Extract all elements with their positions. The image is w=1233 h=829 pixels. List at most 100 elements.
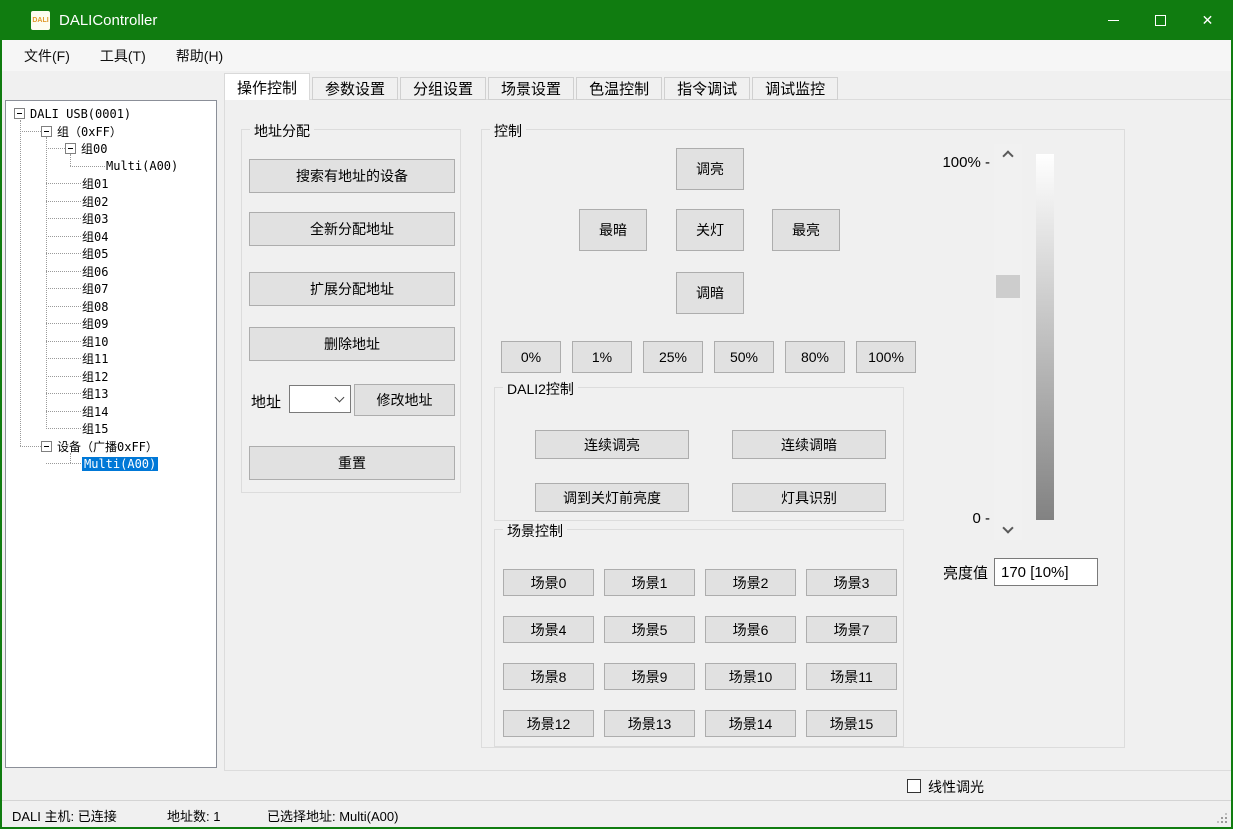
- address-label: 地址: [251, 391, 281, 412]
- collapse-icon[interactable]: [65, 143, 76, 154]
- scene-7-button[interactable]: 场景7: [806, 616, 897, 643]
- address-combobox[interactable]: [289, 385, 351, 413]
- tree-item-group08[interactable]: 组08: [6, 298, 216, 316]
- tab-command-debug[interactable]: 指令调试: [664, 77, 750, 100]
- search-addressed-devices-button[interactable]: 搜索有地址的设备: [249, 159, 455, 193]
- brightness-value-label: 亮度值: [910, 562, 988, 583]
- tab-scene-settings[interactable]: 场景设置: [488, 77, 574, 100]
- reset-button[interactable]: 重置: [249, 446, 455, 480]
- tree-item-group-root[interactable]: 组（0xFF）: [6, 123, 216, 141]
- scene-10-button[interactable]: 场景10: [705, 663, 796, 690]
- brightness-scrollbar[interactable]: [994, 144, 1022, 540]
- scene-control-group: 场景控制 场景0 场景1 场景2 场景3 场景4 场景5 场景6 场景7 场景8…: [494, 529, 904, 747]
- minimize-button[interactable]: [1090, 0, 1137, 40]
- address-allocation-group: 地址分配 搜索有地址的设备 全新分配地址 扩展分配地址 删除地址 地址 修改地址…: [241, 129, 461, 493]
- tree-item-dali-usb[interactable]: DALI USB(0001): [6, 105, 216, 123]
- tree-item-group10[interactable]: 组10: [6, 333, 216, 351]
- tree-item-group13[interactable]: 组13: [6, 385, 216, 403]
- scene-4-button[interactable]: 场景4: [503, 616, 594, 643]
- status-host-connection: DALI 主机: 已连接: [12, 806, 117, 825]
- group-title: 控制: [490, 121, 526, 141]
- titlebar: DALI DALIController ✕: [2, 0, 1231, 40]
- percent-0-button[interactable]: 0%: [501, 341, 561, 373]
- tree-item-group04[interactable]: 组04: [6, 228, 216, 246]
- percent-1-button[interactable]: 1%: [572, 341, 632, 373]
- scene-8-button[interactable]: 场景8: [503, 663, 594, 690]
- maximize-button[interactable]: [1137, 0, 1184, 40]
- tree-item-device-broadcast[interactable]: 设备（广播0xFF）: [6, 438, 216, 456]
- tab-color-temp-control[interactable]: 色温控制: [576, 77, 662, 100]
- scene-2-button[interactable]: 场景2: [705, 569, 796, 596]
- scene-13-button[interactable]: 场景13: [604, 710, 695, 737]
- scrollbar-thumb[interactable]: [996, 275, 1020, 298]
- collapse-icon[interactable]: [14, 108, 25, 119]
- close-button[interactable]: ✕: [1184, 0, 1231, 40]
- continuous-darken-button[interactable]: 连续调暗: [732, 430, 886, 459]
- dali2-control-group: DALI2控制 连续调亮 连续调暗 调到关灯前亮度 灯具识别: [494, 387, 904, 521]
- percent-80-button[interactable]: 80%: [785, 341, 845, 373]
- menu-help[interactable]: 帮助(H): [161, 40, 238, 71]
- group-title: DALI2控制: [503, 379, 578, 399]
- recall-pre-off-level-button[interactable]: 调到关灯前亮度: [535, 483, 689, 512]
- tree-item-group05[interactable]: 组05: [6, 245, 216, 263]
- scene-1-button[interactable]: 场景1: [604, 569, 695, 596]
- tree-item-group06[interactable]: 组06: [6, 263, 216, 281]
- brightness-value-field[interactable]: 170 [10%]: [994, 558, 1098, 586]
- tree-item-multi-a00-selected[interactable]: Multi(A00): [6, 455, 216, 473]
- dimmest-button[interactable]: 最暗: [579, 209, 647, 251]
- scene-14-button[interactable]: 场景14: [705, 710, 796, 737]
- menu-file[interactable]: 文件(F): [9, 40, 85, 71]
- tree-item-group12[interactable]: 组12: [6, 368, 216, 386]
- darken-button[interactable]: 调暗: [676, 272, 744, 314]
- tab-grouping-settings[interactable]: 分组设置: [400, 77, 486, 100]
- tree-item-group07[interactable]: 组07: [6, 280, 216, 298]
- tree-item-group03[interactable]: 组03: [6, 210, 216, 228]
- menu-tools[interactable]: 工具(T): [85, 40, 161, 71]
- tree-item-group02[interactable]: 组02: [6, 193, 216, 211]
- tree-item-group14[interactable]: 组14: [6, 403, 216, 421]
- luminaire-identify-button[interactable]: 灯具识别: [732, 483, 886, 512]
- maximize-icon: [1155, 15, 1166, 26]
- chevron-down-icon[interactable]: [1002, 522, 1013, 533]
- modify-address-button[interactable]: 修改地址: [354, 384, 455, 416]
- tree-item-group01[interactable]: 组01: [6, 175, 216, 193]
- delete-address-button[interactable]: 删除地址: [249, 327, 455, 361]
- tree-item-group11[interactable]: 组11: [6, 350, 216, 368]
- collapse-icon[interactable]: [41, 126, 52, 137]
- chevron-up-icon[interactable]: [1002, 150, 1013, 161]
- scene-11-button[interactable]: 场景11: [806, 663, 897, 690]
- scene-12-button[interactable]: 场景12: [503, 710, 594, 737]
- app-icon: DALI: [31, 11, 50, 30]
- scene-5-button[interactable]: 场景5: [604, 616, 695, 643]
- tab-debug-monitor[interactable]: 调试监控: [752, 77, 838, 100]
- scene-6-button[interactable]: 场景6: [705, 616, 796, 643]
- tab-parameter-settings[interactable]: 参数设置: [312, 77, 398, 100]
- scene-15-button[interactable]: 场景15: [806, 710, 897, 737]
- assign-extended-address-button[interactable]: 扩展分配地址: [249, 272, 455, 306]
- tree-item-group09[interactable]: 组09: [6, 315, 216, 333]
- window-controls: ✕: [1090, 0, 1231, 40]
- scene-3-button[interactable]: 场景3: [806, 569, 897, 596]
- percent-25-button[interactable]: 25%: [643, 341, 703, 373]
- slider-min-label: 0 -: [862, 510, 990, 527]
- light-off-button[interactable]: 关灯: [676, 209, 744, 251]
- linear-dimming-checkbox[interactable]: [907, 779, 921, 793]
- percent-50-button[interactable]: 50%: [714, 341, 774, 373]
- linear-dimming-row: 线性调光: [2, 772, 1231, 800]
- brightest-button[interactable]: 最亮: [772, 209, 840, 251]
- tree-item-multi-a00[interactable]: Multi(A00): [6, 158, 216, 176]
- menubar: 文件(F) 工具(T) 帮助(H): [2, 40, 1231, 71]
- tree-item-group15[interactable]: 组15: [6, 420, 216, 438]
- percent-100-button[interactable]: 100%: [856, 341, 916, 373]
- group-title: 地址分配: [250, 121, 314, 141]
- tree-item-group00[interactable]: 组00: [6, 140, 216, 158]
- scene-0-button[interactable]: 场景0: [503, 569, 594, 596]
- continuous-brighten-button[interactable]: 连续调亮: [535, 430, 689, 459]
- brighten-button[interactable]: 调亮: [676, 148, 744, 190]
- assign-new-address-button[interactable]: 全新分配地址: [249, 212, 455, 246]
- tab-operation-control[interactable]: 操作控制: [224, 73, 310, 100]
- collapse-icon[interactable]: [41, 441, 52, 452]
- scene-9-button[interactable]: 场景9: [604, 663, 695, 690]
- resize-grip-icon[interactable]: [1225, 821, 1227, 823]
- status-selected-address: 已选择地址: Multi(A00): [267, 806, 398, 825]
